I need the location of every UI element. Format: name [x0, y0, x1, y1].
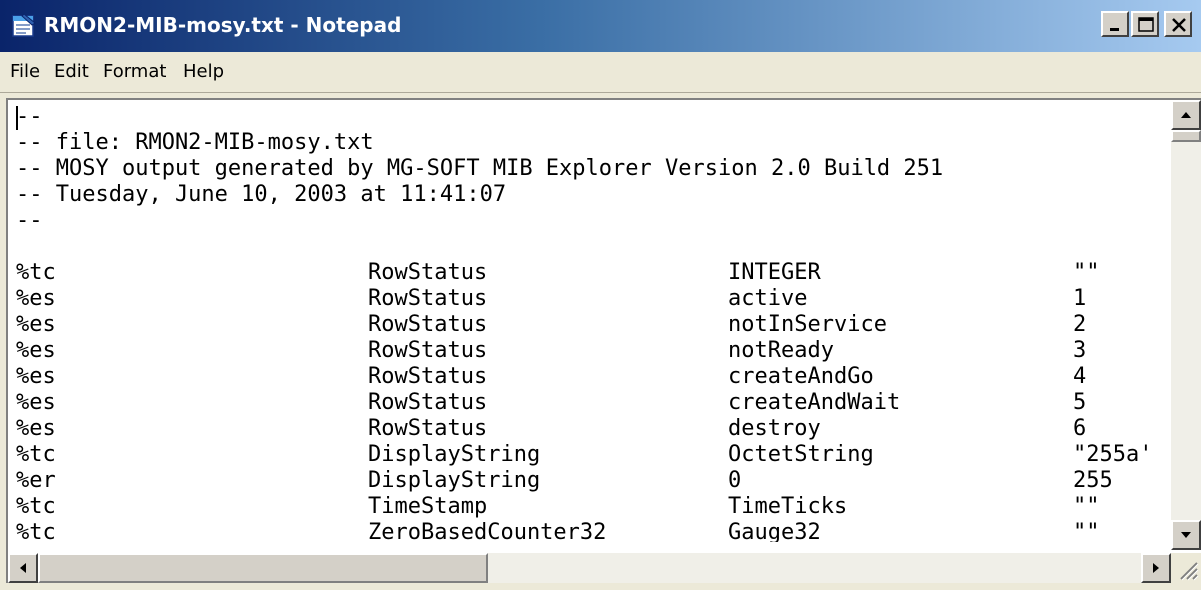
row-value: ""	[1073, 494, 1100, 519]
notepad-window: RMON2-MIB-mosy.txt - Notepad File Edit F…	[0, 0, 1201, 590]
row-tag: %es	[16, 338, 56, 363]
mosy-row: %es RowStatus notInService 2	[16, 312, 1086, 338]
row-type: destroy	[728, 416, 821, 441]
row-type: notReady	[728, 338, 834, 363]
maximize-button[interactable]	[1131, 11, 1159, 37]
row-name: RowStatus	[368, 338, 488, 363]
close-button[interactable]	[1164, 11, 1192, 37]
row-type: createAndGo	[728, 364, 874, 389]
mosy-row: %es RowStatus createAndGo 4	[16, 364, 1086, 390]
notepad-icon	[12, 13, 36, 37]
row-name: RowStatus	[368, 416, 488, 441]
row-name: RowStatus	[368, 364, 488, 389]
row-type: Gauge32	[728, 520, 821, 542]
scroll-up-button[interactable]	[1171, 100, 1201, 130]
mosy-row: %es RowStatus createAndWait 5	[16, 390, 1086, 416]
row-name: RowStatus	[368, 390, 488, 415]
row-tag: %tc	[16, 260, 56, 285]
row-tag: %es	[16, 286, 56, 311]
text-editor[interactable]: -- -- file: RMON2-MIB-mosy.txt -- MOSY o…	[6, 98, 1201, 583]
menu-format[interactable]: Format	[103, 61, 166, 83]
row-value: 4	[1073, 364, 1087, 389]
row-type: notInService	[728, 312, 887, 337]
close-icon	[1172, 18, 1186, 32]
editor-text[interactable]: -- -- file: RMON2-MIB-mosy.txt -- MOSY o…	[16, 104, 1156, 542]
menu-edit[interactable]: Edit	[54, 61, 89, 83]
header-line: -- file: RMON2-MIB-mosy.txt	[16, 130, 374, 155]
resize-grip-icon	[1180, 562, 1199, 581]
row-tag: %es	[16, 312, 56, 337]
row-name: ZeroBasedCounter32	[368, 520, 607, 542]
arrow-left-icon	[20, 563, 26, 573]
row-tag: %tc	[16, 494, 56, 519]
row-value: 5	[1073, 390, 1087, 415]
row-type: OctetString	[728, 442, 874, 467]
arrow-up-icon	[1181, 112, 1191, 118]
row-type: createAndWait	[728, 390, 901, 415]
header-line: -- Tuesday, June 10, 2003 at 11:41:07	[16, 182, 507, 207]
vertical-scroll-thumb[interactable]	[1171, 130, 1201, 142]
row-value: 2	[1073, 312, 1087, 337]
row-value: 255	[1073, 468, 1113, 493]
row-value: ""	[1073, 260, 1100, 285]
mosy-row: %tc RowStatus INTEGER ""	[16, 260, 1100, 286]
row-tag: %tc	[16, 520, 56, 542]
menu-file[interactable]: File	[10, 61, 40, 83]
scroll-right-button[interactable]	[1141, 553, 1171, 583]
mosy-row: %tc TimeStamp TimeTicks ""	[16, 494, 1100, 520]
row-type: TimeTicks	[728, 494, 848, 519]
row-tag: %es	[16, 416, 56, 441]
window-title: RMON2-MIB-mosy.txt - Notepad	[44, 13, 402, 37]
scroll-left-button[interactable]	[8, 553, 38, 583]
mosy-row: %er DisplayString 0 255	[16, 468, 1113, 494]
minimize-button[interactable]	[1101, 11, 1129, 37]
row-tag: %es	[16, 364, 56, 389]
mosy-row: %es RowStatus destroy 6	[16, 416, 1086, 442]
row-name: RowStatus	[368, 260, 488, 285]
header-line: -- MOSY output generated by MG-SOFT MIB …	[16, 156, 944, 181]
row-value: 1	[1073, 286, 1087, 311]
row-type: 0	[728, 468, 742, 493]
maximize-icon	[1138, 17, 1154, 32]
resize-grip[interactable]	[1171, 553, 1201, 583]
row-value: 3	[1073, 338, 1087, 363]
row-name: TimeStamp	[368, 494, 488, 519]
horizontal-scrollbar[interactable]	[8, 553, 1171, 583]
row-value: 6	[1073, 416, 1087, 441]
scroll-down-button[interactable]	[1171, 520, 1201, 550]
row-name: RowStatus	[368, 312, 488, 337]
minimize-icon	[1110, 28, 1119, 31]
row-value: ""	[1073, 520, 1100, 542]
title-bar[interactable]: RMON2-MIB-mosy.txt - Notepad	[0, 0, 1201, 52]
row-tag: %er	[16, 468, 56, 493]
mosy-row: %es RowStatus active 1	[16, 286, 1086, 312]
header-line: --	[16, 208, 43, 233]
row-name: DisplayString	[368, 468, 541, 493]
row-type: active	[728, 286, 808, 311]
row-value: "255a'	[1073, 442, 1153, 467]
row-name: RowStatus	[368, 286, 488, 311]
menu-bar: File Edit Format Help	[0, 52, 1201, 93]
arrow-down-icon	[1181, 532, 1191, 538]
arrow-right-icon	[1153, 563, 1159, 573]
horizontal-scroll-thumb[interactable]	[38, 553, 488, 583]
menu-help[interactable]: Help	[183, 61, 224, 83]
vertical-scrollbar[interactable]	[1171, 100, 1201, 550]
row-tag: %tc	[16, 442, 56, 467]
mosy-row: %tc DisplayString OctetString "255a'	[16, 442, 1152, 468]
row-type: INTEGER	[728, 260, 821, 285]
header-line: --	[16, 104, 43, 129]
mosy-row: %es RowStatus notReady 3	[16, 338, 1086, 364]
mosy-row: %tc ZeroBasedCounter32 Gauge32 ""	[16, 520, 1100, 542]
row-name: DisplayString	[368, 442, 541, 467]
row-tag: %es	[16, 390, 56, 415]
